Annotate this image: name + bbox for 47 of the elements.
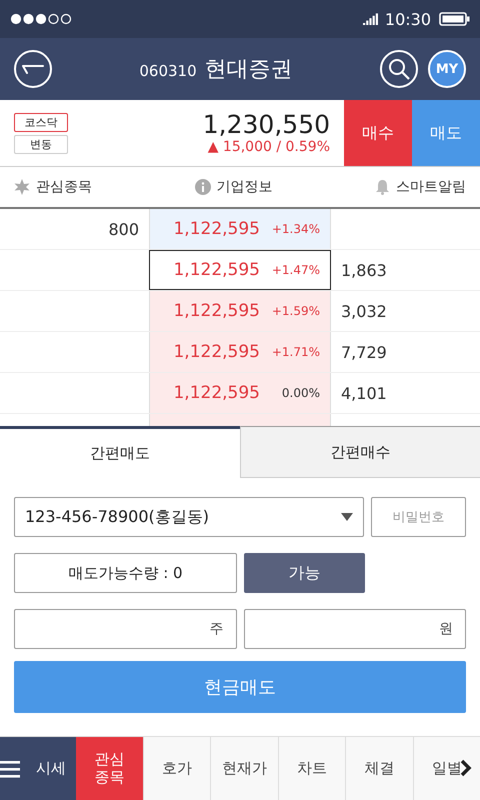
nav-tab[interactable]: 호가 xyxy=(142,737,210,800)
search-icon xyxy=(388,58,410,80)
signal-icon xyxy=(362,13,379,25)
quantity-field[interactable]: 주 xyxy=(14,609,236,649)
dropdown-caret-icon xyxy=(341,513,353,521)
nav-tab[interactable]: 차트 xyxy=(278,737,345,800)
account-select[interactable]: 123-456-78900(홍길동) xyxy=(14,497,364,537)
volume-cell-text: 3,032 xyxy=(340,300,388,322)
amount-field[interactable]: 원 xyxy=(244,609,466,649)
market-tag: 변동 xyxy=(14,134,68,154)
signal-dots-icon xyxy=(10,13,72,25)
price-cell[interactable]: 1,122,595 +1.47% xyxy=(149,250,331,290)
quick-link[interactable]: 스마트알림 xyxy=(375,178,466,196)
volume-cell-text: 1,863 xyxy=(340,260,388,282)
stock-code: 060310 xyxy=(139,62,197,80)
market-tag: 코스닥 xyxy=(14,112,68,132)
volume-cell-text: 7,729 xyxy=(340,342,388,364)
back-button[interactable] xyxy=(14,50,52,88)
back-arrow-icon xyxy=(22,63,44,75)
quick-link[interactable]: 관심종목 xyxy=(14,178,92,196)
star-icon xyxy=(14,179,30,195)
password-field[interactable]: 비밀번호 xyxy=(371,497,466,537)
menu-button[interactable]: 시세 xyxy=(0,737,76,800)
check-button[interactable]: 가능 xyxy=(244,553,365,593)
buy-button[interactable]: 매수 xyxy=(344,100,412,166)
info-icon xyxy=(194,179,210,195)
order-tab[interactable]: 간편매수 xyxy=(240,426,480,478)
nav-tab[interactable]: 체결 xyxy=(345,737,412,800)
price-cell[interactable]: 1,122,595 +1.71% xyxy=(149,332,331,372)
menu-icon xyxy=(0,760,20,778)
price-cell[interactable]: 1,122,595 +1.34% xyxy=(149,209,331,249)
bell-icon xyxy=(375,179,390,195)
nav-tab[interactable]: 현재가 xyxy=(210,737,278,800)
status-time: 10:30 xyxy=(384,10,431,28)
price-change: ▲ 15,000 / 0.59% xyxy=(208,138,330,155)
available-quantity: 매도가능수량 : 0 xyxy=(14,553,237,593)
nav-tab[interactable]: 일별 xyxy=(412,737,480,800)
quick-link[interactable]: 기업정보 xyxy=(194,178,272,196)
volume-cell-text: 800 xyxy=(107,218,140,240)
volume-cell-text: 4,101 xyxy=(340,382,388,404)
price-cell[interactable]: 1,122,595 0.00% xyxy=(149,373,331,413)
battery-icon xyxy=(439,12,470,26)
search-button[interactable] xyxy=(380,50,418,88)
current-price: 1,230,550 xyxy=(202,111,330,139)
stock-name: 현대증권 xyxy=(204,56,293,84)
price-cell[interactable]: 1,122,595 +1.59% xyxy=(149,291,331,331)
nav-tab[interactable]: 관심종목 xyxy=(76,737,142,800)
